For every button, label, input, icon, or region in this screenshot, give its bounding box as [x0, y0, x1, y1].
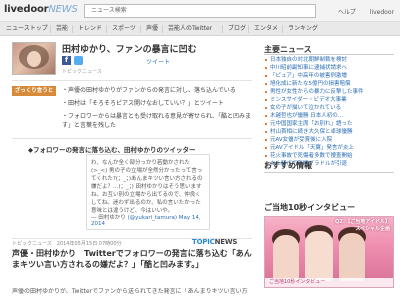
news-link[interactable]: 「ピュア」中高年の被害例激増	[264, 72, 396, 80]
help-link[interactable]: ヘルプ	[338, 9, 356, 16]
person-figure	[273, 235, 299, 281]
tweet-author: — 田村ゆかり (@yukari_tamura) May 14, 2014	[91, 213, 209, 227]
summary-item: ・声優の田村ゆかりがファンからの発言に対し、落ち込んでいる	[62, 87, 236, 94]
news-link[interactable]: ミンスサイダー・ビデオ大事業	[264, 96, 396, 104]
divider	[12, 138, 252, 139]
tweet-author-handle[interactable]: (@yukari_tamura)	[128, 215, 178, 221]
nav-separator	[72, 25, 73, 33]
article-body: 声優の田村ゆかりが、Twitterでファンから送られてきた発言に「あんまりキツい…	[12, 288, 248, 295]
news-link[interactable]: 元中国国家主席「お別れ」語った	[264, 120, 396, 128]
tweet-text: わ、なんか全く部分っかり若動かされた(>_<) 男の子の立場が全然分かったって言…	[91, 160, 203, 214]
twitter-icon[interactable]	[74, 56, 83, 65]
news-link[interactable]: 男性が女性からの暴力に反撃した事件	[264, 88, 396, 96]
video-bar: ご当地10秒インタビュー	[265, 278, 393, 287]
news-link[interactable]: 元AVアイドル「天翼」発言が炎上	[264, 144, 396, 152]
category-nav: ニューストップ 芸能 トレンド スポーツ 声優 芸能人のTwitter ブログ …	[0, 22, 400, 36]
news-link[interactable]: 木越哲也が優勝 日本人初の…	[264, 112, 396, 120]
quote-heading: ◆フォロワーの発言に落ち込む、田村ゆかりのツイッター	[28, 146, 196, 154]
logo-main: livedoor	[4, 4, 49, 15]
nav-item-geino[interactable]: 芸能	[56, 24, 68, 34]
summary-item: ・田村は「そろそろピアス開けなおしていい？」とツイート	[62, 100, 224, 107]
nav-separator	[222, 25, 223, 33]
divider	[264, 172, 394, 173]
person-figure	[339, 233, 365, 281]
nav-separator	[106, 25, 107, 33]
topic-logo-a: TOPIC	[192, 238, 215, 246]
embedded-tweet: わ、なんか全く部分っかり若動かされた(>_<) 男の子の立場が全然分かったって言…	[86, 154, 210, 230]
topic-title: 声優・田村ゆかり Twitterでフォロワーの発言に落ち込む「あんまキツい言い方…	[12, 249, 252, 269]
news-link[interactable]: 中川昭前副知事に逮捕状請求へ	[264, 64, 396, 72]
page: livedoorNEWS ニュース検索 ヘルプ livedoor ニューストップ…	[0, 0, 400, 300]
video-caption: Q2：【ご当地アイドル】スペシャル企画	[335, 219, 390, 232]
top-header: livedoorNEWS ニュース検索 ヘルプ livedoor	[0, 0, 400, 22]
news-link[interactable]: 村山首相に続き大久保と卓球優勝	[264, 128, 396, 136]
divider	[12, 80, 252, 81]
nav-item-top[interactable]: ニューストップ	[6, 24, 48, 34]
news-link[interactable]: 日本独自の対北朝鮮制裁を検討	[264, 56, 396, 64]
divider	[264, 54, 394, 55]
recommend-heading: おすすめ情報	[264, 161, 312, 170]
nav-separator	[140, 25, 141, 33]
search-input[interactable]: ニュース検索	[84, 4, 316, 18]
topic-news-logo: TOPICNEWS	[192, 238, 237, 246]
video-title[interactable]: ご当地10秒インタビュー	[264, 202, 355, 213]
nav-separator	[282, 25, 283, 33]
news-link[interactable]: 元AV女優が受賞後に入院	[264, 136, 396, 144]
nav-item-entame[interactable]: エンタメ	[254, 24, 278, 34]
thumbnail-face	[27, 51, 41, 67]
nav-item-blog[interactable]: ブログ	[228, 24, 246, 34]
article-title: 田村ゆかり、ファンの暴言に凹む	[62, 45, 197, 55]
nav-item-trend[interactable]: トレンド	[78, 24, 102, 34]
article-summary: ・声優の田村ゆかりがファンからの発言に対し、落ち込んでいる ・田村は「そろそろピ…	[62, 86, 252, 134]
news-link[interactable]: 旭化成に新たな5億円の損害賠償	[264, 80, 396, 88]
news-link[interactable]: 女の子が描いて泣かれている	[264, 104, 396, 112]
article-thumbnail[interactable]	[12, 42, 56, 75]
nav-item-seiyu[interactable]: 声優	[146, 24, 158, 34]
nav-separator	[248, 25, 249, 33]
livedoor-link[interactable]: livedoor	[370, 9, 394, 16]
logo-sub: NEWS	[48, 4, 78, 15]
nav-item-sports[interactable]: スポーツ	[112, 24, 136, 34]
nav-separator	[50, 25, 51, 33]
topic-logo-b: NEWS	[214, 238, 238, 246]
person-figure	[305, 231, 333, 281]
article-source: トピックニュース	[62, 69, 102, 75]
facebook-icon[interactable]: f	[62, 56, 71, 65]
nav-item-ranking[interactable]: ランキング	[288, 24, 318, 34]
news-link[interactable]: 花火事故で死傷者多数で捜査開始	[264, 152, 396, 160]
site-logo[interactable]: livedoorNEWS	[4, 4, 78, 15]
topic-meta: トピックニュース 2014年05月15日 07時00分	[12, 241, 122, 247]
main-news-list: 日本独自の対北朝鮮制裁を検討 中川昭前副知事に逮捕状請求へ 「ピュア」中高年の被…	[264, 56, 396, 168]
nav-item-twitter[interactable]: 芸能人のTwitter	[168, 24, 212, 34]
tweet-button[interactable]: ツイート	[146, 57, 170, 66]
top-links: ヘルプ livedoor	[326, 7, 394, 16]
summary-badge: ざっくり言うと	[12, 86, 56, 96]
summary-item: ・フォロワーからは暴言とも受け取れる意見が寄せられ、「酷と凹みます」と言葉を残し…	[62, 113, 252, 129]
nav-separator	[162, 25, 163, 33]
social-share: f ツイート	[62, 56, 182, 66]
video-thumbnail[interactable]: Q2：【ご当地アイドル】スペシャル企画 ご当地10秒インタビュー	[264, 216, 394, 288]
